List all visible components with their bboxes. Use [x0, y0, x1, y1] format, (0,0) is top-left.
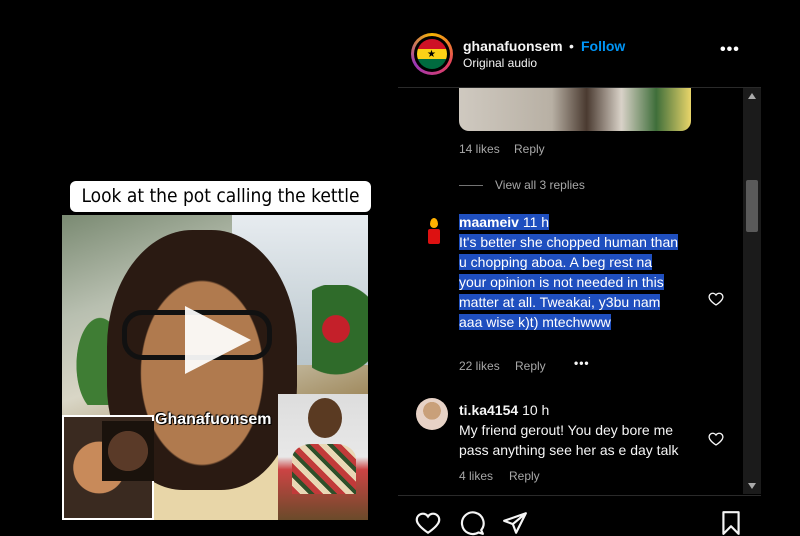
replies-divider — [459, 185, 483, 186]
original-audio-link[interactable]: Original audio — [463, 56, 537, 70]
comment-line: your opinion is not needed in this — [459, 274, 664, 290]
comments-panel: ★ ghanafuonsem • Follow Original audio •… — [398, 19, 761, 536]
comment-line: matter at all. Tweakai, y3bu nam — [459, 294, 661, 310]
comment-line: u chopping aboa. A beg rest na — [459, 254, 653, 270]
scroll-up-arrow-icon[interactable] — [748, 93, 756, 99]
view-replies-button[interactable]: View all 3 replies — [495, 178, 585, 192]
comment-likes[interactable]: 22 likes — [459, 359, 500, 373]
commenter-avatar[interactable] — [416, 398, 448, 430]
share-icon[interactable] — [502, 510, 528, 536]
comment-tika4154: ti.ka4154 10 h My friend gerout! You dey… — [459, 400, 678, 460]
separator-dot: • — [569, 38, 574, 54]
previous-comment-reply-button[interactable]: Reply — [514, 142, 545, 156]
follow-button[interactable]: Follow — [581, 38, 625, 54]
previous-comment-likes[interactable]: 14 likes — [459, 142, 500, 156]
ghana-flag-icon: ★ — [417, 39, 447, 69]
inset-woman-outfit — [292, 444, 356, 494]
inset-photo-woman — [278, 394, 368, 520]
inset-man — [102, 421, 154, 481]
comments-scrollbar[interactable] — [743, 88, 761, 494]
inset-woman-head — [308, 398, 342, 438]
comment-more-icon[interactable]: ••• — [574, 356, 590, 370]
comment-reply-button[interactable]: Reply — [509, 469, 540, 483]
bookmark-icon[interactable] — [718, 510, 744, 536]
comment-line: It's better she chopped human than — [459, 234, 679, 250]
profile-avatar[interactable]: ★ — [411, 33, 453, 75]
comment-icon[interactable] — [459, 510, 485, 536]
comment-time: 11 h — [522, 214, 550, 230]
like-heart-icon[interactable] — [415, 510, 441, 536]
previous-comment-image — [459, 88, 691, 131]
comments-list[interactable]: 14 likes Reply View all 3 replies maamei… — [398, 88, 761, 494]
comment-line: pass anything see her as e day talk — [459, 442, 679, 458]
comment-username[interactable]: ti.ka4154 — [459, 402, 518, 418]
scroll-down-arrow-icon[interactable] — [748, 483, 756, 489]
poinsettia-plant — [312, 285, 368, 395]
heart-icon[interactable] — [708, 431, 724, 447]
scrollbar-thumb[interactable] — [746, 180, 758, 232]
comment-username[interactable]: maameiv — [459, 214, 519, 230]
comment-time: 10 h — [522, 402, 550, 418]
play-icon[interactable] — [185, 306, 251, 374]
comment-line: aaa wise k)t) mtechwww — [459, 314, 611, 330]
comment-line: My friend gerout! You dey bore me — [459, 422, 674, 438]
star-icon: ★ — [427, 49, 436, 60]
comment-likes[interactable]: 4 likes — [459, 469, 493, 483]
video-watermark: Ghanafuonsem — [155, 411, 272, 428]
comment-maameiv: maameiv 11 h It's better she chopped hum… — [459, 212, 679, 332]
username-link[interactable]: ghanafuonsem — [463, 38, 563, 54]
candle-avatar-icon[interactable] — [426, 218, 442, 246]
inset-photo-couple — [62, 415, 154, 520]
post-header: ★ ghanafuonsem • Follow Original audio •… — [398, 19, 761, 88]
more-options-icon[interactable]: ••• — [720, 41, 740, 59]
video-caption-overlay: Look at the pot calling the kettle black — [70, 181, 371, 238]
heart-icon[interactable] — [708, 291, 724, 307]
action-bar — [398, 495, 761, 536]
comment-reply-button[interactable]: Reply — [515, 359, 546, 373]
